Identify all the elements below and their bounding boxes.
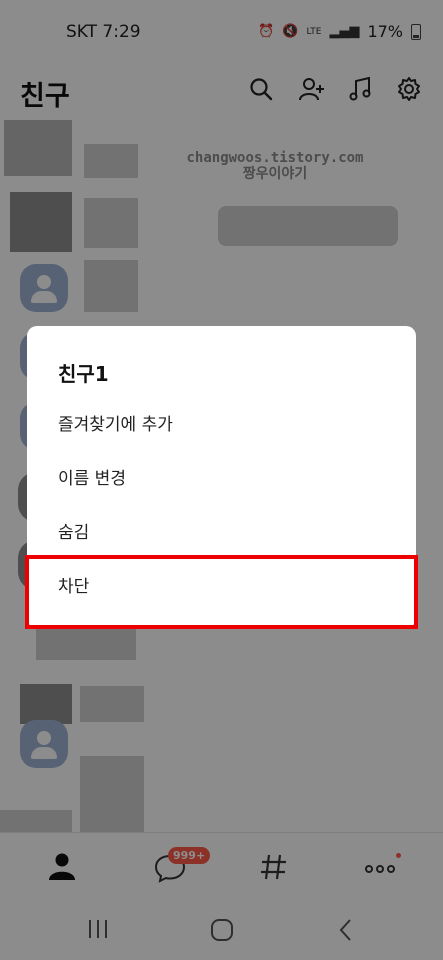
dialog-title: 친구1 — [58, 362, 109, 386]
highlight-box — [25, 555, 418, 629]
menu-item-hide[interactable]: 숨김 — [27, 502, 416, 556]
menu-item-label: 숨김 — [58, 523, 90, 543]
menu-item-rename[interactable]: 이름 변경 — [27, 448, 416, 502]
menu-item-label: 이름 변경 — [58, 469, 126, 489]
menu-item-label: 즐겨찾기에 추가 — [58, 415, 173, 435]
menu-item-add-favorite[interactable]: 즐겨찾기에 추가 — [27, 394, 416, 448]
